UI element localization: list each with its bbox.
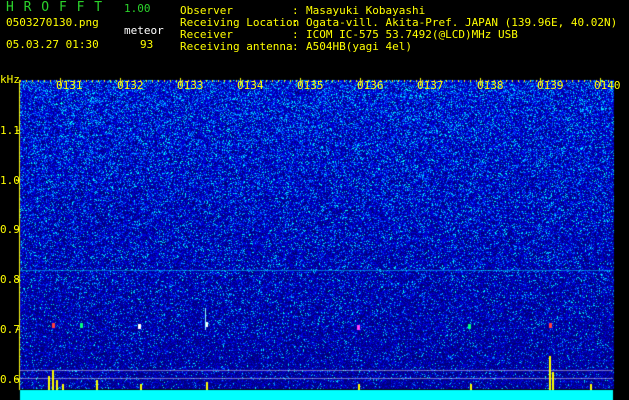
x-tick-label: 0135 xyxy=(297,79,324,92)
x-tick-label: 0132 xyxy=(117,79,144,92)
meteor-count: 93 xyxy=(140,38,154,51)
y-axis-unit: kHz xyxy=(0,73,20,86)
y-tick-label: 0.7 xyxy=(0,323,20,336)
x-tick-label: 0131 xyxy=(56,79,83,92)
app-title: H R O F F T xyxy=(6,0,104,15)
info-value-antenna: A504HB(yagi 4el) xyxy=(306,40,412,53)
y-tick-label: 1.1 xyxy=(0,124,20,137)
x-tick-label: 0140 xyxy=(594,79,621,92)
x-tick-label: 0136 xyxy=(357,79,384,92)
y-tick-label: 0.6 xyxy=(0,373,20,386)
file-name: 0503270130.png xyxy=(6,16,99,29)
x-tick-label: 0139 xyxy=(537,79,564,92)
info-label-antenna: Receiving antenna xyxy=(180,40,293,53)
x-tick-label: 0138 xyxy=(477,79,504,92)
x-tick-label: 0134 xyxy=(237,79,264,92)
app-version: 1.00 xyxy=(124,2,151,15)
y-tick-label: 0.9 xyxy=(0,223,20,236)
datetime: 05.03.27 01:30 xyxy=(6,38,99,51)
y-tick-label: 1.0 xyxy=(0,174,20,187)
y-tick-label: 0.8 xyxy=(0,273,20,286)
spectrogram-canvas xyxy=(0,0,629,400)
x-tick-label: 0133 xyxy=(177,79,204,92)
x-tick-label: 0137 xyxy=(417,79,444,92)
mode-label: meteor xyxy=(124,24,164,37)
info-sep: : xyxy=(292,40,299,53)
